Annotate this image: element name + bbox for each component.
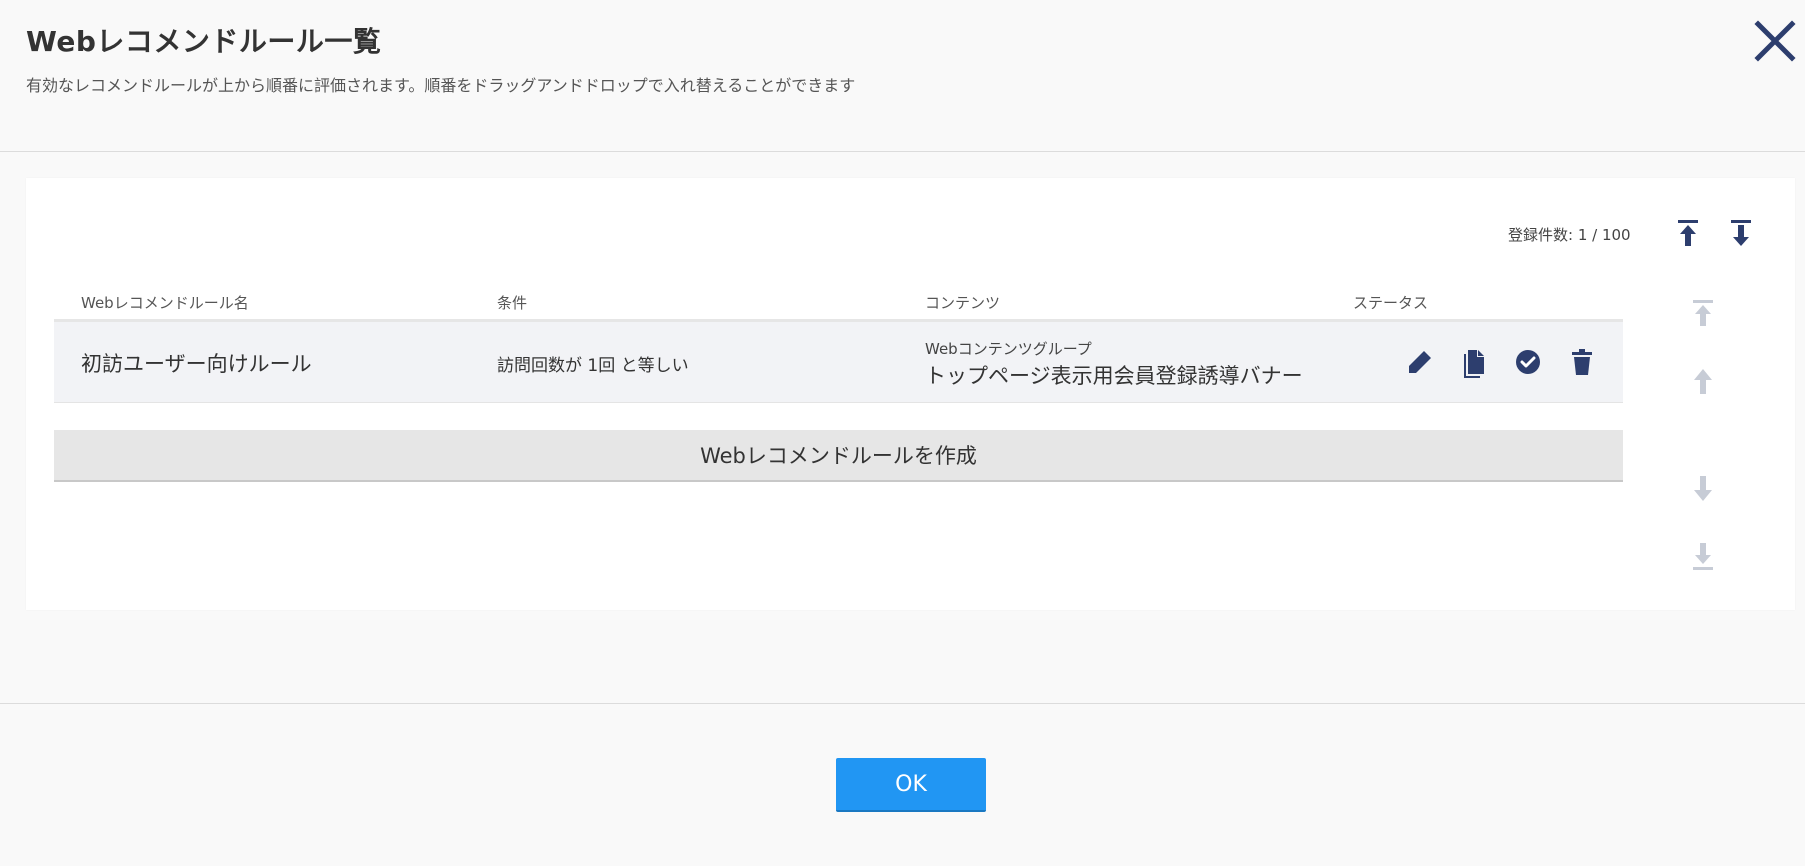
rule-condition: 訪問回数が 1回 と等しい [497, 356, 689, 376]
column-header-condition: 条件 [497, 294, 528, 312]
close-icon[interactable] [1752, 18, 1798, 64]
copy-icon[interactable] [1458, 346, 1490, 378]
table-header: Webレコメンドルール名 条件 コンテンツ ステータス [54, 290, 1623, 322]
table-row[interactable]: 初訪ユーザー向けルール 訪問回数が 1回 と等しい Webコンテンツグループ ト… [54, 322, 1623, 403]
move-last-icon[interactable] [1688, 540, 1718, 574]
modal-header: Webレコメンドルール一覧 有効なレコメンドルールが上から順番に評価されます。順… [0, 0, 1805, 152]
column-header-status: ステータス [1353, 294, 1429, 312]
move-to-bottom-icon[interactable] [1726, 216, 1756, 250]
delete-icon[interactable] [1566, 346, 1598, 378]
content-type: Webコンテンツグループ [925, 340, 1092, 358]
rule-name: 初訪ユーザー向けルール [81, 352, 312, 376]
edit-icon[interactable] [1404, 346, 1436, 378]
move-up-icon[interactable] [1688, 364, 1718, 398]
footer-divider [0, 703, 1805, 704]
column-header-name: Webレコメンドルール名 [81, 294, 249, 312]
create-rule-button[interactable]: Webレコメンドルールを作成 [54, 430, 1623, 482]
move-to-top-icon[interactable] [1673, 216, 1703, 250]
column-header-content: コンテンツ [925, 294, 1001, 312]
page-title: Webレコメンドルール一覧 [26, 25, 382, 58]
registration-count: 登録件数: 1 / 100 [1508, 226, 1631, 244]
ok-button[interactable]: OK [836, 758, 986, 812]
status-check-icon[interactable] [1512, 346, 1544, 378]
content-name: トップページ表示用会員登録誘導バナー [925, 364, 1303, 388]
page-subtitle: 有効なレコメンドルールが上から順番に評価されます。順番をドラッグアンドドロップで… [26, 76, 856, 95]
move-down-icon[interactable] [1688, 472, 1718, 506]
move-first-icon[interactable] [1688, 296, 1718, 330]
